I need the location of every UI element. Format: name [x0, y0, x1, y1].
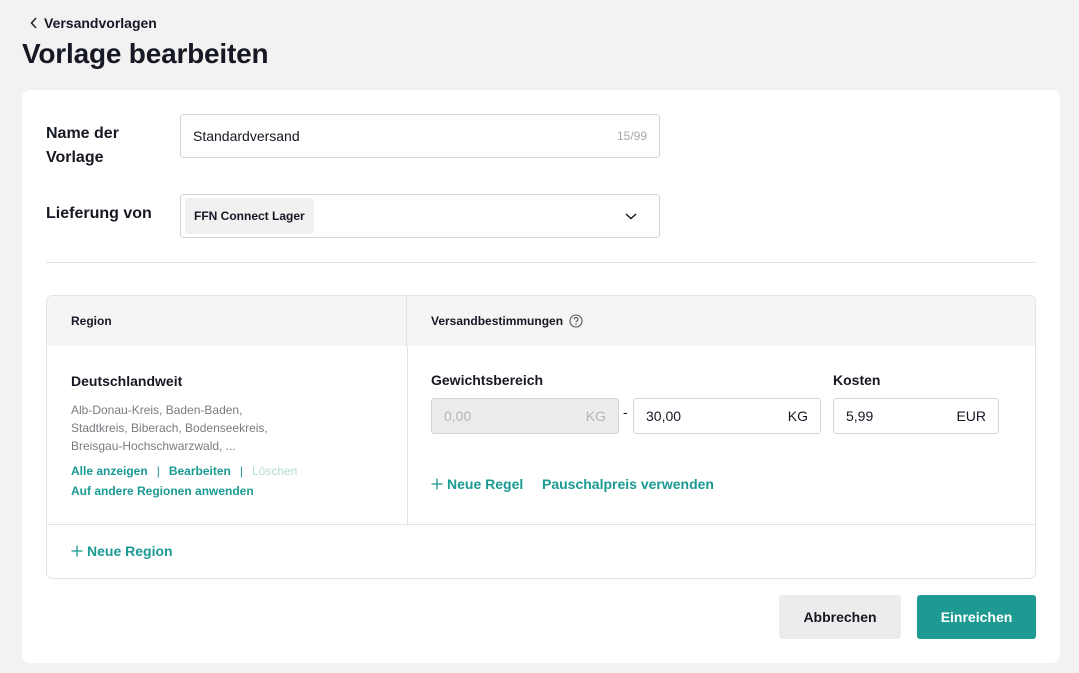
warehouse-chip: FFN Connect Lager	[185, 198, 314, 234]
column-divider	[407, 346, 408, 524]
apply-other-regions-row: Auf andere Regionen anwenden	[71, 482, 254, 500]
region-list-line: Stadtkreis, Biberach, Bodenseekreis,	[71, 421, 268, 435]
cancel-button[interactable]: Abbrechen	[779, 595, 901, 639]
back-link[interactable]: Versandvorlagen	[30, 15, 157, 31]
chevron-down-icon	[625, 213, 637, 220]
region-actions: Alle anzeigen | Bearbeiten | Löschen	[71, 464, 297, 478]
weight-range-label: Gewichtsbereich	[431, 372, 544, 388]
shipping-rules-table: Region Versandbestimmungen Deutschlandwe…	[46, 295, 1036, 579]
new-rule-button[interactable]: Neue Regel	[431, 476, 523, 492]
name-label-line2: Vorlage	[46, 149, 104, 166]
action-separator: |	[156, 464, 160, 478]
plus-icon	[431, 478, 443, 490]
flat-rate-label: Pauschalpreis verwenden	[542, 476, 714, 492]
region-header-label: Region	[71, 314, 112, 328]
currency-unit: EUR	[956, 408, 986, 424]
delete-region-link[interactable]: Löschen	[252, 464, 297, 478]
apply-other-regions-link[interactable]: Auf andere Regionen anwenden	[71, 484, 254, 498]
weight-to-input[interactable]: 30,00 KG	[633, 398, 821, 434]
region-name: Deutschlandweit	[71, 373, 183, 389]
section-divider	[46, 262, 1036, 263]
cost-value: 5,99	[846, 408, 874, 424]
rules-column-header: Versandbestimmungen	[407, 296, 1035, 346]
weight-unit: KG	[787, 408, 808, 424]
page-title: Vorlage bearbeiten	[22, 38, 269, 69]
template-name-input[interactable]: Standardversand 15/99	[180, 114, 660, 158]
cost-label: Kosten	[833, 372, 881, 388]
region-list-line: Breisgau-Hochschwarzwald, ...	[71, 439, 236, 453]
new-rule-label: Neue Regel	[447, 476, 524, 492]
rules-header-label: Versandbestimmungen	[431, 314, 564, 328]
name-label-line1: Name der	[46, 125, 119, 142]
range-separator: -	[623, 404, 628, 420]
delivery-label: Lieferung von	[46, 205, 152, 222]
weight-to-value: 30,00	[646, 408, 682, 424]
new-region-button[interactable]: Neue Region	[71, 543, 173, 559]
delivery-from-select[interactable]: FFN Connect Lager	[180, 194, 660, 238]
cost-input[interactable]: 5,99 EUR	[833, 398, 999, 434]
back-link-label: Versandvorlagen	[44, 15, 157, 31]
name-label: Name der Vorlage	[46, 122, 119, 170]
template-name-value: Standardversand	[193, 128, 300, 144]
weight-from-value: 0,00	[444, 408, 472, 424]
region-column-header: Region	[47, 296, 407, 346]
new-region-label: Neue Region	[87, 543, 173, 559]
region-list-line: Alb-Donau-Kreis, Baden-Baden,	[71, 403, 243, 417]
flat-rate-link[interactable]: Pauschalpreis verwenden	[542, 476, 714, 492]
weight-unit: KG	[585, 408, 606, 424]
region-area-list: Alb-Donau-Kreis, Baden-Baden, Stadtkreis…	[71, 401, 301, 455]
row-divider	[47, 524, 1035, 525]
submit-button[interactable]: Einreichen	[917, 595, 1036, 639]
weight-from-input[interactable]: 0,00 KG	[431, 398, 619, 434]
action-separator: |	[239, 464, 243, 478]
show-all-link[interactable]: Alle anzeigen	[71, 464, 148, 478]
chevron-left-icon	[30, 17, 37, 29]
character-counter: 15/99	[616, 129, 647, 143]
plus-icon	[71, 545, 83, 557]
edit-region-link[interactable]: Bearbeiten	[169, 464, 231, 478]
template-form-card: Name der Vorlage Standardversand 15/99 L…	[22, 90, 1060, 663]
help-icon[interactable]	[569, 314, 583, 328]
